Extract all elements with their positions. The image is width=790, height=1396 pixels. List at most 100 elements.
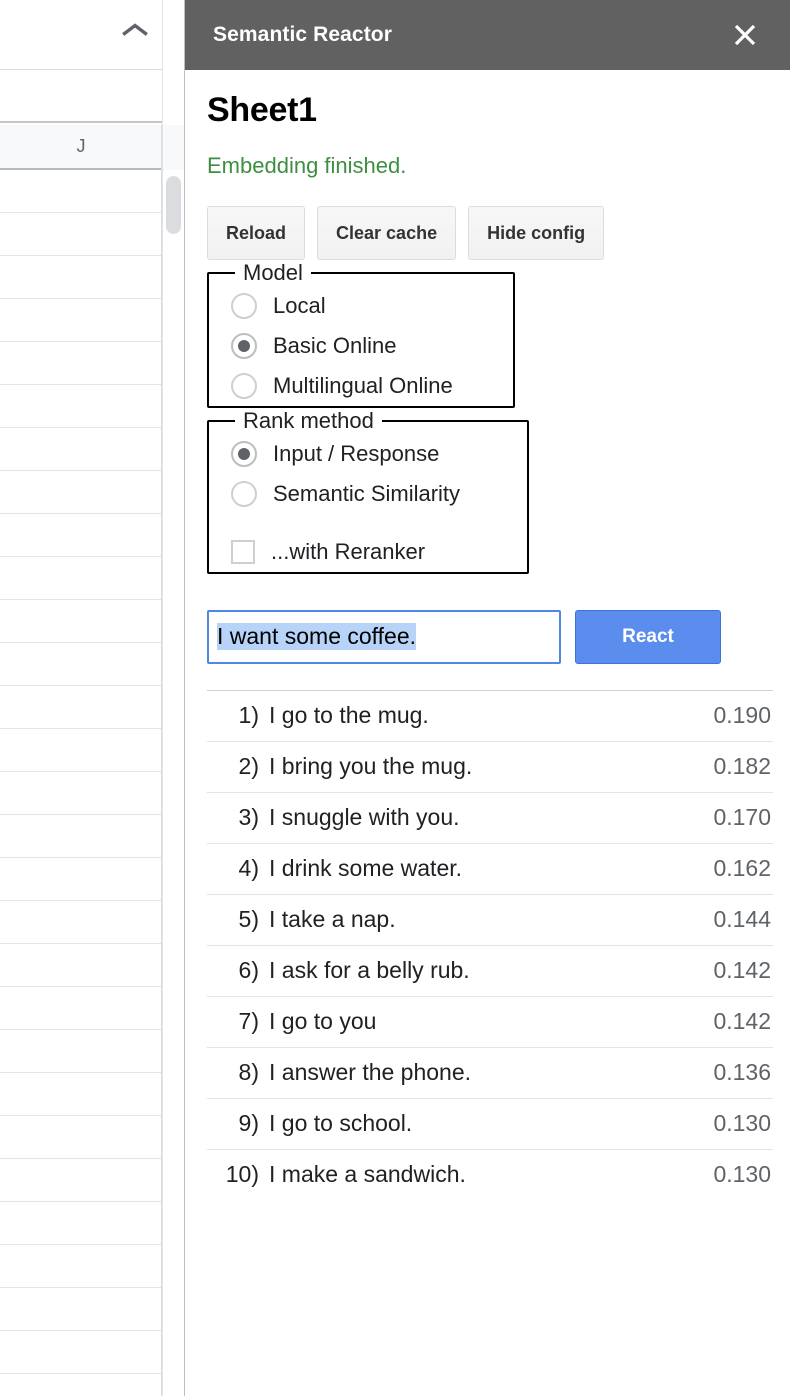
spreadsheet-cell[interactable] (0, 1116, 162, 1159)
rank-option-semantic-similarity[interactable]: Semantic Similarity (209, 474, 527, 514)
sheet-name-heading: Sheet1 (207, 92, 770, 129)
result-text: I snuggle with you. (269, 792, 679, 843)
spreadsheet-cell[interactable] (0, 299, 162, 342)
result-score: 0.190 (679, 690, 773, 741)
radio-icon-multilingual-online[interactable] (231, 373, 257, 399)
result-rank: 9) (207, 1098, 269, 1149)
checkbox-icon-reranker[interactable] (231, 540, 255, 564)
table-row[interactable]: 8)I answer the phone.0.136 (207, 1047, 773, 1098)
chevron-up-icon[interactable] (122, 22, 148, 38)
result-rank: 2) (207, 741, 269, 792)
action-button-row: Reload Clear cache Hide config (207, 206, 770, 260)
spreadsheet-toolbar (0, 0, 162, 70)
result-rank: 10) (207, 1149, 269, 1200)
model-option-multilingual-online-label: Multilingual Online (273, 375, 453, 397)
result-score: 0.142 (679, 945, 773, 996)
result-score: 0.136 (679, 1047, 773, 1098)
column-header-j[interactable]: J (0, 125, 162, 170)
clear-cache-button[interactable]: Clear cache (317, 206, 456, 260)
model-legend: Model (235, 260, 311, 286)
vertical-scrollbar-thumb[interactable] (166, 176, 181, 234)
formula-bar[interactable] (0, 71, 162, 123)
hide-config-button[interactable]: Hide config (468, 206, 604, 260)
radio-icon-input-response[interactable] (231, 441, 257, 467)
spreadsheet-cell[interactable] (0, 729, 162, 772)
model-option-basic-online-label: Basic Online (273, 335, 397, 357)
result-text: I ask for a belly rub. (269, 945, 679, 996)
table-row[interactable]: 10)I make a sandwich.0.130 (207, 1149, 773, 1200)
reload-button[interactable]: Reload (207, 206, 305, 260)
model-option-basic-online[interactable]: Basic Online (209, 326, 513, 366)
result-text: I make a sandwich. (269, 1149, 679, 1200)
spreadsheet-cell[interactable] (0, 342, 162, 385)
radio-icon-basic-online[interactable] (231, 333, 257, 359)
table-row[interactable]: 6)I ask for a belly rub.0.142 (207, 945, 773, 996)
result-score: 0.162 (679, 843, 773, 894)
rank-option-input-response[interactable]: Input / Response (209, 434, 527, 474)
result-rank: 6) (207, 945, 269, 996)
table-row[interactable]: 5)I take a nap.0.144 (207, 894, 773, 945)
result-rank: 1) (207, 690, 269, 741)
rank-method-fieldset: Rank method Input / Response Semantic Si… (207, 408, 529, 574)
spreadsheet-cell[interactable] (0, 1073, 162, 1116)
spreadsheet-cell[interactable] (0, 901, 162, 944)
model-fieldset: Model Local Basic Online Multilingual On… (207, 260, 515, 408)
table-row[interactable]: 2)I bring you the mug.0.182 (207, 741, 773, 792)
spreadsheet-cell[interactable] (0, 858, 162, 901)
result-text: I go to the mug. (269, 690, 679, 741)
result-text: I take a nap. (269, 894, 679, 945)
spreadsheet-cell[interactable] (0, 385, 162, 428)
spreadsheet-cell[interactable] (0, 1245, 162, 1288)
rank-method-legend: Rank method (235, 408, 382, 434)
spreadsheet-cell[interactable] (0, 1159, 162, 1202)
model-option-local[interactable]: Local (209, 286, 513, 326)
rank-option-semantic-similarity-label: Semantic Similarity (273, 483, 460, 505)
result-text: I go to school. (269, 1098, 679, 1149)
rank-option-input-response-label: Input / Response (273, 443, 439, 465)
spreadsheet-cell[interactable] (0, 170, 162, 213)
result-score: 0.130 (679, 1149, 773, 1200)
result-score: 0.144 (679, 894, 773, 945)
spreadsheet-cell[interactable] (0, 987, 162, 1030)
result-rank: 5) (207, 894, 269, 945)
query-input-value: I want some coffee. (217, 623, 416, 650)
spreadsheet-cell[interactable] (0, 514, 162, 557)
reranker-checkbox-row[interactable]: ...with Reranker (209, 532, 527, 572)
status-message: Embedding finished. (207, 153, 770, 179)
reranker-checkbox-label: ...with Reranker (271, 541, 425, 563)
spreadsheet-cell[interactable] (0, 557, 162, 600)
spreadsheet-rows (0, 170, 162, 1396)
spreadsheet-cell[interactable] (0, 1331, 162, 1374)
rank-group-spacer (209, 514, 527, 532)
spreadsheet-cell[interactable] (0, 428, 162, 471)
close-icon[interactable] (730, 20, 760, 50)
result-score: 0.170 (679, 792, 773, 843)
spreadsheet-cell[interactable] (0, 815, 162, 858)
table-row[interactable]: 4)I drink some water.0.162 (207, 843, 773, 894)
spreadsheet-cell[interactable] (0, 686, 162, 729)
model-option-multilingual-online[interactable]: Multilingual Online (209, 366, 513, 406)
spreadsheet-cell[interactable] (0, 772, 162, 815)
react-button[interactable]: React (575, 610, 721, 664)
query-input[interactable]: I want some coffee. (207, 610, 561, 664)
panel-title: Semantic Reactor (213, 23, 730, 47)
query-row: I want some coffee. React (207, 610, 770, 664)
radio-icon-local[interactable] (231, 293, 257, 319)
spreadsheet-cell[interactable] (0, 600, 162, 643)
radio-icon-semantic-similarity[interactable] (231, 481, 257, 507)
spreadsheet-cell[interactable] (0, 213, 162, 256)
spreadsheet-cell[interactable] (0, 1202, 162, 1245)
table-row[interactable]: 7)I go to you0.142 (207, 996, 773, 1047)
spreadsheet-cell[interactable] (0, 643, 162, 686)
spreadsheet-cell[interactable] (0, 471, 162, 514)
spreadsheet-cell[interactable] (0, 1288, 162, 1331)
result-score: 0.182 (679, 741, 773, 792)
spreadsheet-cell[interactable] (0, 256, 162, 299)
spreadsheet-cell[interactable] (0, 1374, 162, 1396)
spreadsheet-cell[interactable] (0, 1030, 162, 1073)
table-row[interactable]: 9)I go to school.0.130 (207, 1098, 773, 1149)
spreadsheet-cell[interactable] (0, 944, 162, 987)
table-row[interactable]: 3)I snuggle with you.0.170 (207, 792, 773, 843)
table-row[interactable]: 1)I go to the mug.0.190 (207, 690, 773, 741)
result-rank: 8) (207, 1047, 269, 1098)
